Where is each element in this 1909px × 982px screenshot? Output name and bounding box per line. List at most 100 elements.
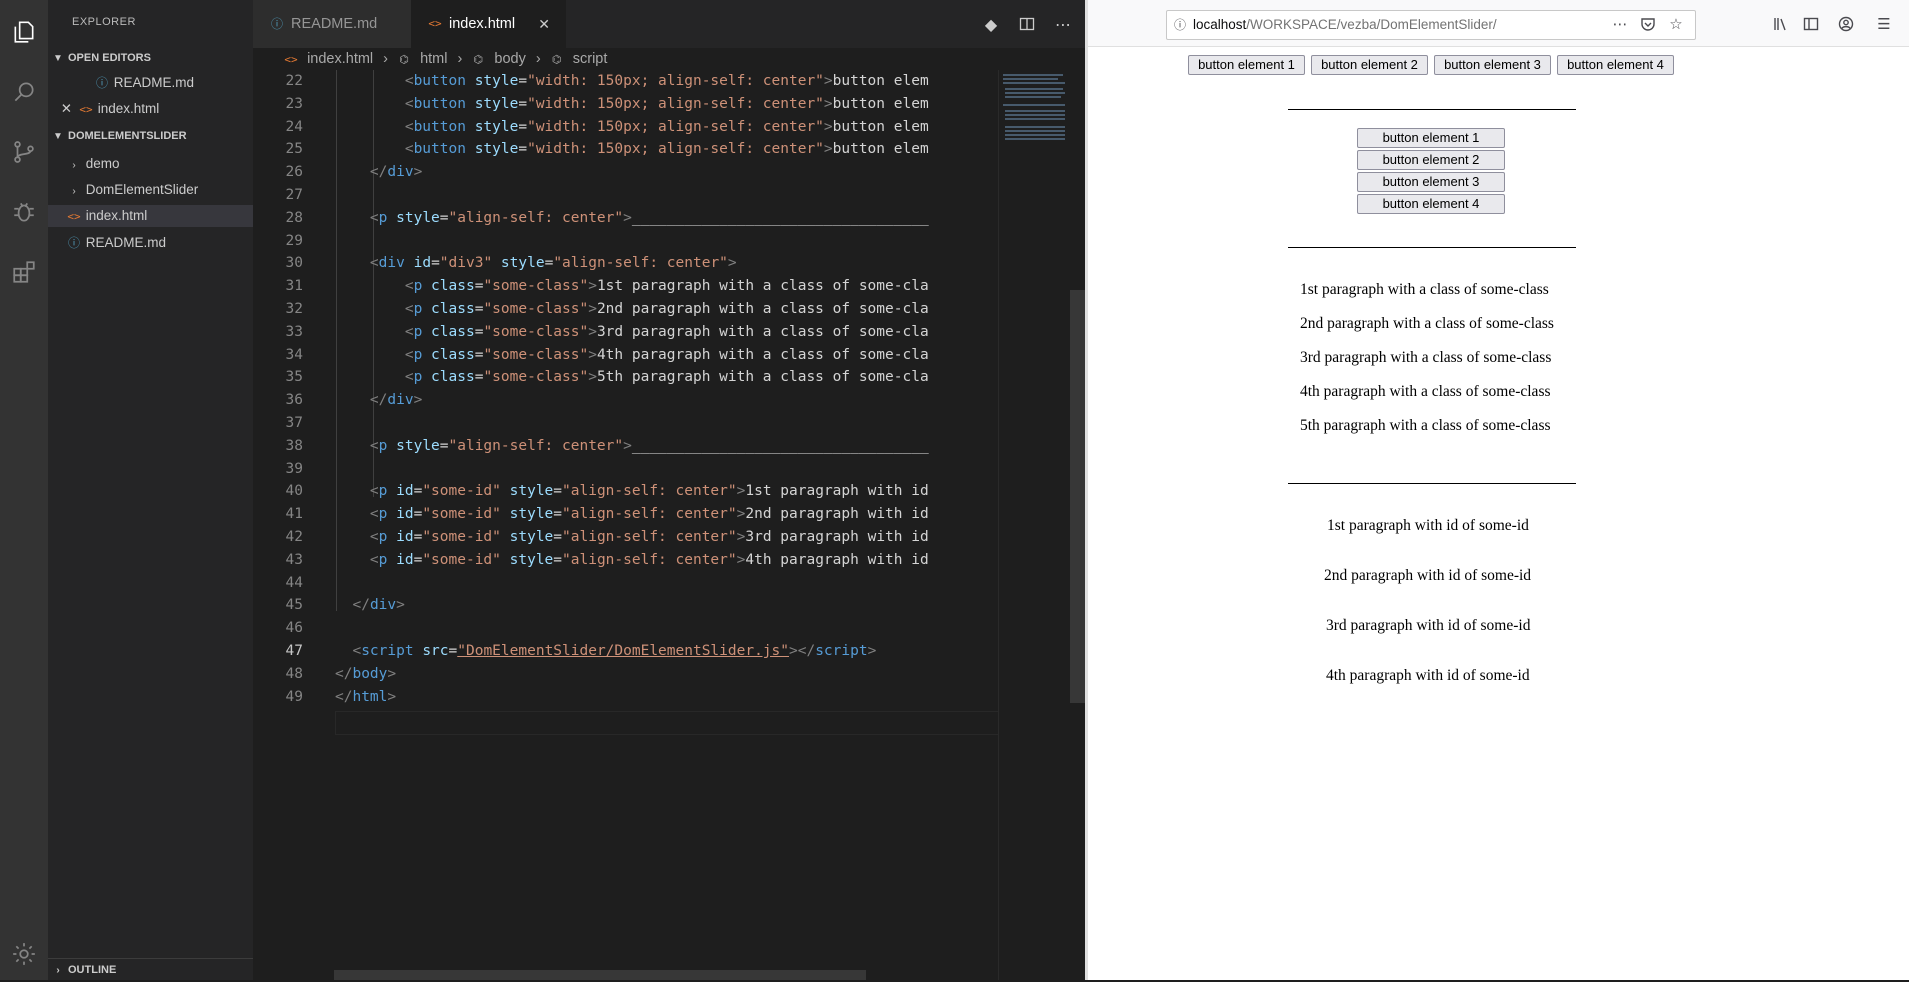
code-line-22: <button style="width: 150px; align-self:…	[404, 73, 929, 89]
line-number: 44	[285, 574, 303, 591]
open-changes-icon[interactable]: ◆	[979, 12, 1003, 36]
extensions-icon[interactable]	[0, 248, 48, 296]
breadcrumb-item[interactable]: html	[420, 51, 447, 67]
breadcrumb-item[interactable]: index.html	[307, 51, 373, 67]
url-host: localhost	[1193, 17, 1247, 32]
line-number: 33	[285, 323, 303, 340]
line-number: 42	[285, 529, 303, 545]
pocket-icon[interactable]	[1638, 14, 1658, 34]
close-icon[interactable]: ✕	[48, 98, 72, 120]
column-button-1[interactable]: button element 1	[1357, 128, 1505, 148]
column-button-3[interactable]: button element 3	[1357, 172, 1505, 192]
id-paragraph: 1st paragraph with id of some-id	[1327, 517, 1529, 534]
explorer-sidebar: EXPLORER ▼ OPEN EDITORS ⓘ README.md ✕ <> i…	[48, 0, 253, 980]
separator-line	[1288, 247, 1576, 248]
tree-label: demo	[85, 156, 120, 171]
bookmark-star-icon[interactable]: ☆	[1666, 14, 1686, 34]
line-number: 27	[285, 187, 303, 203]
library-icon[interactable]	[1771, 14, 1791, 34]
line-number: 23	[285, 95, 303, 112]
tab-index-html[interactable]: <> index.html ✕	[411, 0, 566, 48]
tree-folder-demo[interactable]: › demo	[48, 153, 253, 175]
search-icon[interactable]	[0, 68, 48, 116]
line-number: 41	[285, 506, 303, 523]
tree-file-index-html[interactable]: <> index.html	[48, 205, 253, 227]
row-button-4[interactable]: button element 4	[1557, 55, 1674, 75]
explorer-icon[interactable]	[0, 8, 48, 56]
tree-label: DomElementSlider	[85, 182, 199, 197]
line-number: 46	[285, 620, 303, 637]
open-editor-readme[interactable]: ⓘ README.md	[48, 72, 253, 94]
element-icon: ⌬	[551, 53, 562, 66]
site-info-icon[interactable]: ⓘ	[1167, 11, 1193, 39]
separator-line	[1288, 483, 1576, 484]
vertical-scrollbar[interactable]	[1070, 290, 1085, 703]
line-number: 34	[285, 346, 303, 363]
line-number: 37	[285, 415, 303, 431]
column-button-4[interactable]: button element 4	[1357, 194, 1505, 214]
outline-header[interactable]: › OUTLINE	[48, 958, 253, 981]
horizontal-scrollbar[interactable]	[334, 970, 866, 980]
line-number: 31	[285, 278, 303, 295]
chevron-right-icon: ›	[72, 160, 76, 171]
row-button-1[interactable]: button element 1	[1188, 55, 1305, 75]
line-number: 29	[285, 232, 303, 249]
split-editor-icon[interactable]	[1015, 12, 1039, 36]
chevron-down-icon: ▼	[53, 53, 63, 64]
account-icon[interactable]	[1836, 14, 1856, 34]
class-paragraph: 5th paragraph with a class of some-class	[1300, 417, 1551, 434]
tree-label: README.md	[85, 235, 167, 250]
tree-folder-domelementslider[interactable]: › DomElementSlider	[48, 179, 253, 201]
code-line-35: <p class="some-class">5th paragraph with…	[404, 369, 929, 386]
code-editor[interactable]: 22 23 24 25 26 27 28 29 30 31 32 33 34 35 36 37 38 39 40 41…	[253, 70, 998, 980]
line-number: 47	[285, 643, 303, 659]
code-line-42: <p id="some-id" style="align-self: cente…	[369, 529, 929, 545]
class-paragraph: 4th paragraph with a class of some-class	[1300, 383, 1551, 400]
url-path: /WORKSPACE/vezba/DomElementSlider/	[1246, 17, 1497, 32]
line-number: 35	[285, 369, 303, 386]
breadcrumb: <> index.html › ⌬ html › ⌬ body › ⌬ script	[253, 48, 1085, 70]
breadcrumb-item[interactable]: script	[573, 51, 608, 67]
settings-gear-icon[interactable]	[0, 930, 48, 978]
column-button-2[interactable]: button element 2	[1357, 150, 1505, 170]
code-line-41: <p id="some-id" style="align-self: cente…	[369, 506, 929, 523]
source-control-icon[interactable]	[0, 128, 48, 176]
code-line-49: </html>	[335, 688, 397, 705]
code-line-26: </div>	[369, 164, 423, 181]
line-number: 25	[285, 141, 303, 158]
chevron-right-icon: ›	[72, 186, 76, 197]
info-file-icon: ⓘ	[67, 236, 80, 250]
id-paragraph: 2nd paragraph with id of some-id	[1324, 567, 1532, 584]
editor-tab-bar: ⓘ README.md <> index.html ✕ ◆ ⋯	[253, 0, 1085, 48]
more-actions-icon[interactable]: ⋯	[1051, 12, 1075, 36]
line-number: 26	[285, 164, 303, 181]
line-number: 40	[285, 483, 303, 500]
page-actions-icon[interactable]: ⋯	[1610, 14, 1630, 34]
debug-icon[interactable]	[0, 188, 48, 236]
element-icon: ⌬	[473, 53, 484, 66]
tree-file-readme[interactable]: ⓘ README.md	[48, 232, 253, 254]
open-editors-header[interactable]: ▼ OPEN EDITORS	[48, 47, 253, 69]
sidebar-toggle-icon[interactable]	[1801, 14, 1821, 34]
activity-bar	[0, 0, 48, 980]
close-icon[interactable]: ✕	[538, 0, 550, 48]
hamburger-menu-icon[interactable]: ☰	[1874, 14, 1894, 34]
element-icon: ⌬	[399, 53, 409, 66]
project-header[interactable]: ▼ DOMELEMENTSLIDER	[48, 125, 253, 147]
code-line-30: <div id="div3" style="align-self: center…	[369, 255, 737, 272]
id-paragraph: 4th paragraph with id of some-id	[1326, 667, 1530, 684]
outline-label: OUTLINE	[68, 964, 117, 976]
code-line-38: <p style="align-self: center">__________…	[369, 437, 929, 454]
row-button-2[interactable]: button element 2	[1311, 55, 1428, 75]
code-line-48: </body>	[335, 665, 397, 682]
minimap[interactable]	[998, 70, 1071, 980]
info-file-icon: ⓘ	[270, 17, 283, 31]
breadcrumb-item[interactable]: body	[494, 51, 525, 67]
open-editor-index[interactable]: ✕ <> index.html	[48, 98, 253, 120]
tab-readme[interactable]: ⓘ README.md	[253, 0, 411, 48]
id-paragraph: 3rd paragraph with id of some-id	[1326, 617, 1531, 634]
code-line-31: <p class="some-class">1st paragraph with…	[404, 278, 929, 295]
tab-label: index.html	[449, 16, 516, 32]
line-number: 30	[285, 255, 303, 272]
row-button-3[interactable]: button element 3	[1434, 55, 1551, 75]
